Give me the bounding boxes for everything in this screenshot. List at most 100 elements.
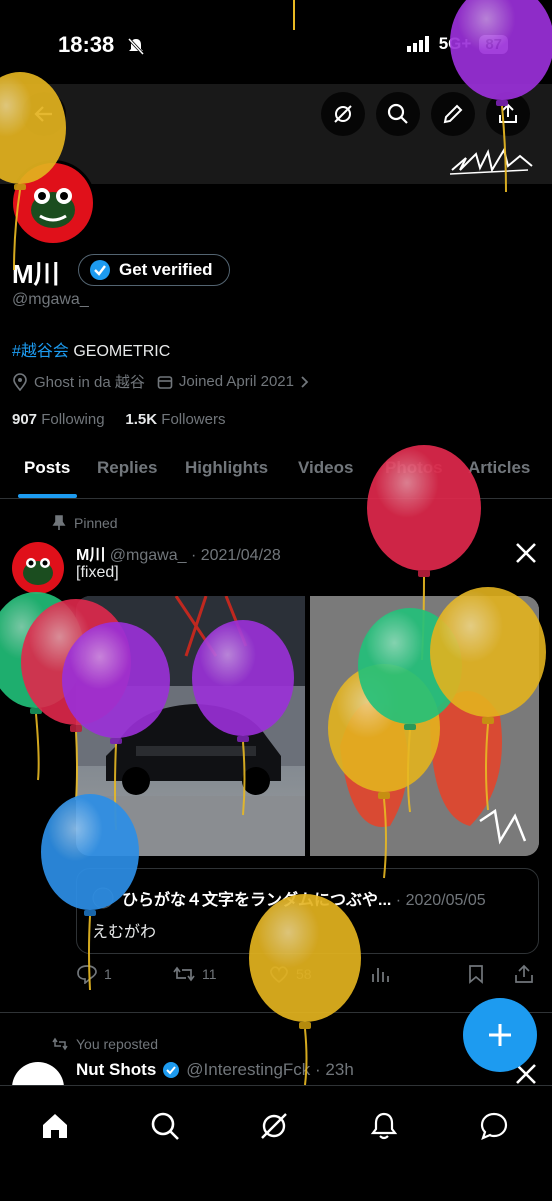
pinned-indicator: Pinned [52,515,118,531]
compose-post-button[interactable] [463,998,537,1072]
bio-hashtag[interactable]: #越谷会 [12,343,69,360]
nav-messages[interactable] [474,1106,514,1146]
profile-avatar[interactable] [10,160,96,246]
status-indicators: 5G+ 87 [406,34,508,54]
share-button[interactable] [486,92,530,136]
profile-location: Ghost in da 越谷 [34,374,145,391]
profile-handle: @mgawa_ [12,291,89,308]
followers-link[interactable]: 1.5K Followers [125,411,225,428]
bell-icon [370,1112,398,1140]
like-count: 58 [296,966,312,982]
get-verified-label: Get verified [119,260,213,279]
logo-artwork [310,596,539,856]
nav-home[interactable] [35,1106,75,1146]
grok-icon [334,105,352,123]
battery-badge: 87 [479,34,508,54]
profile-meta: Ghost in da 越谷 Joined April 2021 [12,371,310,392]
post-actions: 1 11 58 [76,964,542,988]
post-handle-date: @mgawa_ · 2021/04/28 [109,547,281,564]
quoted-author-avatar [92,887,114,909]
share-icon [499,103,517,123]
network-label: 5G+ [438,34,472,53]
tab-posts[interactable]: Posts [24,444,70,492]
grok-button[interactable] [321,92,365,136]
post2-author[interactable]: Nut Shots [76,1060,156,1080]
quoted-post-header: ひらがな４文字をランダムにつぶや... · 2020/05/05 [92,886,486,910]
tab-articles[interactable]: Articles [468,444,530,492]
repost-count: 11 [202,966,217,982]
post-image-car[interactable] [76,596,305,856]
post-author-name[interactable]: M川 [76,547,105,564]
frog-avatar-image [23,558,53,585]
verified-badge-icon [90,260,110,280]
repost-label: You reposted [76,1036,158,1052]
get-verified-button[interactable]: Get verified [78,254,230,286]
signal-icon [406,36,429,52]
like-button[interactable]: 58 [268,964,312,984]
quoted-text: えむがわ [92,924,157,941]
arrow-left-icon [34,106,52,122]
grok-icon [261,1113,287,1139]
reply-count: 1 [104,966,112,982]
quoted-author: ひらがな４文字をランダムにつぶや... [122,892,392,909]
profile-tabs: Posts Replies Highlights Videos Photos A… [0,444,552,499]
repost-icon [173,966,195,982]
repost-indicator: You reposted [52,1036,158,1052]
tab-replies[interactable]: Replies [97,444,157,492]
search-icon [387,103,408,124]
bio-text: GEOMETRIC [68,343,171,360]
repost-icon [52,1037,68,1051]
views-button[interactable] [370,964,390,984]
quoted-date: · 2020/05/05 [391,892,486,909]
search-icon [151,1112,179,1140]
pinned-label: Pinned [74,515,118,531]
frog-avatar-image [31,188,75,228]
tab-videos[interactable]: Videos [298,444,353,492]
post-author-avatar[interactable] [12,542,64,594]
home-icon [43,1114,67,1138]
edit-button[interactable] [431,92,475,136]
post-image-logo[interactable] [310,596,539,856]
repost-button[interactable]: 11 [172,964,217,984]
analytics-icon [372,968,389,982]
plus-icon [489,1024,511,1046]
balloon [0,592,84,781]
nav-notifications[interactable] [364,1106,404,1146]
mute-bell-icon [127,37,145,56]
heart-icon [270,966,288,984]
chat-bubble-icon [480,1112,508,1140]
verified-badge-icon [163,1062,180,1078]
post2-header: Nut Shots @InterestingFck · 23h [76,1060,354,1080]
status-time: 18:38 [58,32,115,57]
search-button[interactable] [376,92,420,136]
chevron-right-icon[interactable] [300,375,310,389]
post-header: M川 @mgawa_ · 2021/04/28 [76,541,281,565]
nav-grok[interactable] [254,1106,294,1146]
location-pin-icon [13,372,27,391]
tab-highlights[interactable]: Highlights [185,444,268,492]
share-post-button[interactable] [514,964,534,984]
bottom-navigation [0,1085,552,1201]
profile-joined: Joined April 2021 [178,373,294,390]
reply-button[interactable]: 1 [76,964,112,984]
x-logo-icon [516,543,536,563]
back-button[interactable] [22,92,66,136]
following-link[interactable]: 907 Following [12,411,105,428]
pencil-icon [443,104,463,124]
reply-icon [77,965,97,984]
profile-name: M川 [12,259,60,289]
pin-icon [52,515,66,530]
calendar-icon [157,375,173,389]
bookmark-icon [469,965,483,984]
car-photo [76,596,305,856]
banner-signature [449,147,533,175]
bookmark-button[interactable] [467,964,485,984]
post2-handle-time: @InterestingFck · 23h [186,1060,354,1079]
nav-search[interactable] [145,1106,185,1146]
share-icon [515,964,533,983]
tab-photos[interactable]: Photos [385,444,443,492]
post-text: [fixed] [76,564,119,581]
active-tab-indicator [18,494,77,498]
follow-stats: 907 Following 1.5K Followers [12,411,225,428]
profile-bio: #越谷会 GEOMETRIC [12,337,170,361]
